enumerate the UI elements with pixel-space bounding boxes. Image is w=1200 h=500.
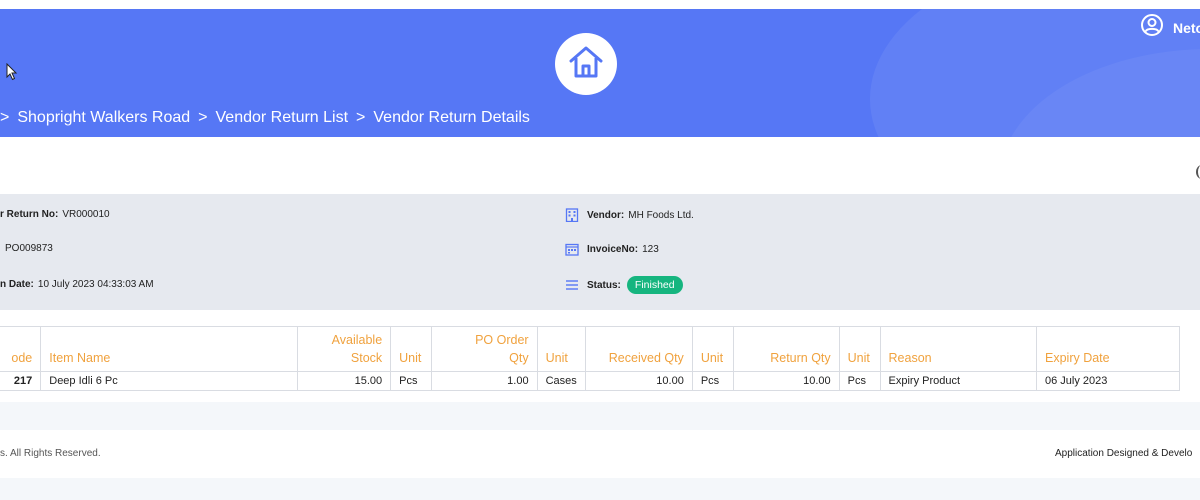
date-value: 10 July 2023 04:33:03 AM (37, 279, 154, 290)
col-return-qty[interactable]: Return Qty (732, 326, 840, 372)
breadcrumb-item-return-details: Vendor Return Details (373, 109, 530, 126)
col-received-qty[interactable]: Received Qty (584, 326, 693, 372)
return-items-table: ode Item Name Available Stock Unit PO Ord… (0, 326, 1180, 391)
breadcrumb-separator: > (356, 109, 366, 126)
cell-unit: Pcs (390, 371, 433, 391)
cursor-icon (6, 62, 18, 86)
return-no-field: r Return No: VR000010 (0, 209, 110, 220)
vendor-field: Vendor: MH Foods Ltd. (565, 208, 694, 222)
vendor-label: Vendor: (587, 209, 625, 221)
col-item-name[interactable]: Item Name (40, 326, 299, 372)
col-expiry-date[interactable]: Expiry Date (1036, 326, 1180, 372)
home-icon (566, 42, 606, 87)
breadcrumb-item-store[interactable]: Shopright Walkers Road (17, 109, 190, 127)
cell-return-qty: 10.00 (732, 371, 840, 391)
date-label: n Date: (0, 279, 34, 290)
col-available-stock[interactable]: Available Stock (297, 326, 392, 372)
cell-po-order-qty: 1.00 (431, 371, 538, 391)
toolbar-area (0, 137, 1200, 194)
vendor-value: MH Foods Ltd. (628, 209, 694, 221)
col-code[interactable]: ode (0, 326, 42, 372)
home-button[interactable] (555, 33, 617, 95)
copyright-text: s. All Rights Reserved. (0, 448, 101, 459)
user-icon (1141, 14, 1163, 41)
invoice-label: InvoiceNo: (587, 244, 639, 255)
status-field: Status: Finished (565, 276, 683, 294)
designed-by-text: Application Designed & Develo (1055, 448, 1193, 459)
date-field: n Date: 10 July 2023 04:33:03 AM (0, 279, 154, 290)
table-row[interactable]: 217 Deep Idli 6 Pc 15.00 Pcs 1.00 Cases … (0, 371, 1180, 391)
col-po-order-qty[interactable]: PO Order Qty (431, 326, 538, 372)
cell-unit: Pcs (838, 371, 881, 391)
cell-unit: Cases (536, 371, 586, 391)
breadcrumb: > Shopright Walkers Road > Vendor Return… (0, 107, 530, 129)
col-unit[interactable]: Unit (536, 326, 586, 372)
col-unit[interactable]: Unit (390, 326, 433, 372)
footer-gap (0, 402, 1200, 430)
cell-reason: Expiry Product (879, 371, 1038, 391)
po-field: PO009873 (5, 243, 53, 254)
list-icon (565, 279, 579, 291)
breadcrumb-item-return-list[interactable]: Vendor Return List (216, 109, 349, 127)
cell-received-qty: 10.00 (584, 371, 693, 391)
status-label: Status: (587, 279, 621, 291)
invoice-field: InvoiceNo: 123 (565, 243, 659, 256)
breadcrumb-separator: > (0, 109, 10, 126)
building-icon (565, 208, 579, 222)
user-name: Neto (1173, 19, 1200, 36)
return-no-value: VR000010 (62, 209, 110, 220)
breadcrumb-separator: > (198, 109, 208, 126)
status-badge: Finished (626, 276, 683, 294)
return-details-panel: r Return No: VR000010 PO009873 n Date: 1… (0, 194, 1200, 310)
invoice-icon (565, 243, 579, 256)
col-reason[interactable]: Reason (879, 326, 1038, 372)
cell-unit: Pcs (691, 371, 734, 391)
cell-code: 217 (0, 371, 42, 391)
col-unit[interactable]: Unit (691, 326, 734, 372)
footer: s. All Rights Reserved. Application Desi… (0, 430, 1200, 478)
col-unit[interactable]: Unit (838, 326, 881, 372)
cell-expiry-date: 06 July 2023 (1036, 371, 1180, 391)
user-menu[interactable]: Neto (1141, 14, 1200, 41)
cell-available-stock: 15.00 (297, 371, 392, 391)
po-value: PO009873 (5, 243, 53, 254)
table-header-row: ode Item Name Available Stock Unit PO Ord… (0, 326, 1180, 372)
invoice-value: 123 (642, 244, 659, 255)
return-no-label: r Return No: (0, 209, 59, 220)
top-strip (0, 0, 1200, 9)
items-table-container: ode Item Name Available Stock Unit PO Ord… (0, 310, 1200, 402)
cell-item-name: Deep Idli 6 Pc (40, 371, 299, 391)
